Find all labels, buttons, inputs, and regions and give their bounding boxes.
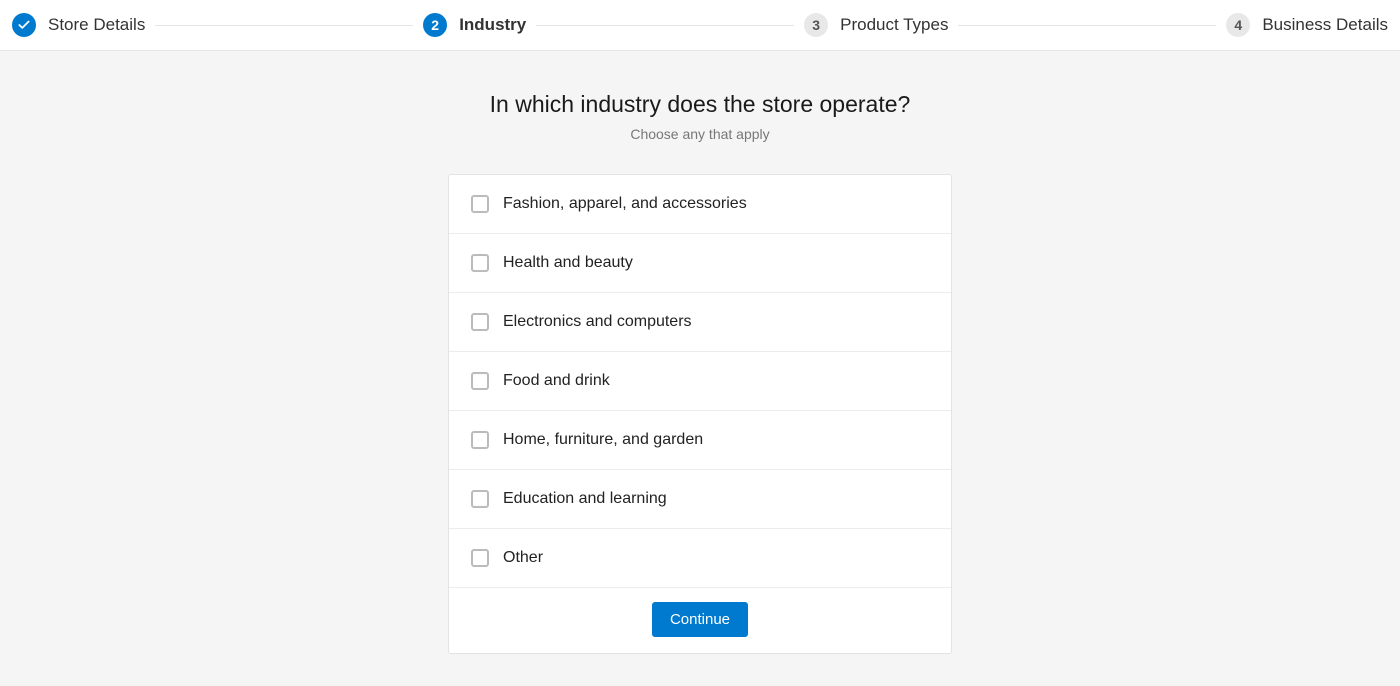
step-label: Product Types	[840, 15, 948, 35]
continue-button[interactable]: Continue	[652, 602, 748, 637]
step-number-badge: 2	[423, 13, 447, 37]
step-business-details[interactable]: 4 Business Details	[1226, 13, 1388, 37]
step-number-badge: 4	[1226, 13, 1250, 37]
checkbox[interactable]	[471, 254, 489, 272]
option-electronics[interactable]: Electronics and computers	[449, 293, 951, 352]
industry-options-card: Fashion, apparel, and accessories Health…	[448, 174, 952, 654]
step-label: Store Details	[48, 15, 145, 35]
option-label: Other	[503, 549, 543, 567]
step-industry[interactable]: 2 Industry	[423, 13, 526, 37]
step-connector	[155, 25, 413, 26]
option-food-drink[interactable]: Food and drink	[449, 352, 951, 411]
page-heading: In which industry does the store operate…	[0, 91, 1400, 118]
main-content: In which industry does the store operate…	[0, 51, 1400, 654]
option-home-furniture[interactable]: Home, furniture, and garden	[449, 411, 951, 470]
checkbox[interactable]	[471, 372, 489, 390]
card-footer: Continue	[449, 588, 951, 653]
stepper-track: Store Details 2 Industry 3 Product Types…	[12, 13, 1388, 37]
option-fashion[interactable]: Fashion, apparel, and accessories	[449, 175, 951, 234]
page-subheading: Choose any that apply	[0, 126, 1400, 142]
step-store-details[interactable]: Store Details	[12, 13, 145, 37]
step-connector	[536, 25, 794, 26]
step-connector	[958, 25, 1216, 26]
check-icon	[12, 13, 36, 37]
option-other[interactable]: Other	[449, 529, 951, 588]
checkbox[interactable]	[471, 549, 489, 567]
option-education[interactable]: Education and learning	[449, 470, 951, 529]
step-label: Industry	[459, 15, 526, 35]
option-health-beauty[interactable]: Health and beauty	[449, 234, 951, 293]
option-label: Fashion, apparel, and accessories	[503, 195, 747, 213]
checkbox[interactable]	[471, 490, 489, 508]
heading-block: In which industry does the store operate…	[0, 91, 1400, 142]
checkbox[interactable]	[471, 431, 489, 449]
checkbox[interactable]	[471, 195, 489, 213]
progress-stepper: Store Details 2 Industry 3 Product Types…	[0, 0, 1400, 51]
checkbox[interactable]	[471, 313, 489, 331]
option-label: Food and drink	[503, 372, 610, 390]
step-number-badge: 3	[804, 13, 828, 37]
option-label: Health and beauty	[503, 254, 633, 272]
option-label: Electronics and computers	[503, 313, 692, 331]
option-label: Education and learning	[503, 490, 667, 508]
step-label: Business Details	[1262, 15, 1388, 35]
step-product-types[interactable]: 3 Product Types	[804, 13, 948, 37]
option-label: Home, furniture, and garden	[503, 431, 703, 449]
